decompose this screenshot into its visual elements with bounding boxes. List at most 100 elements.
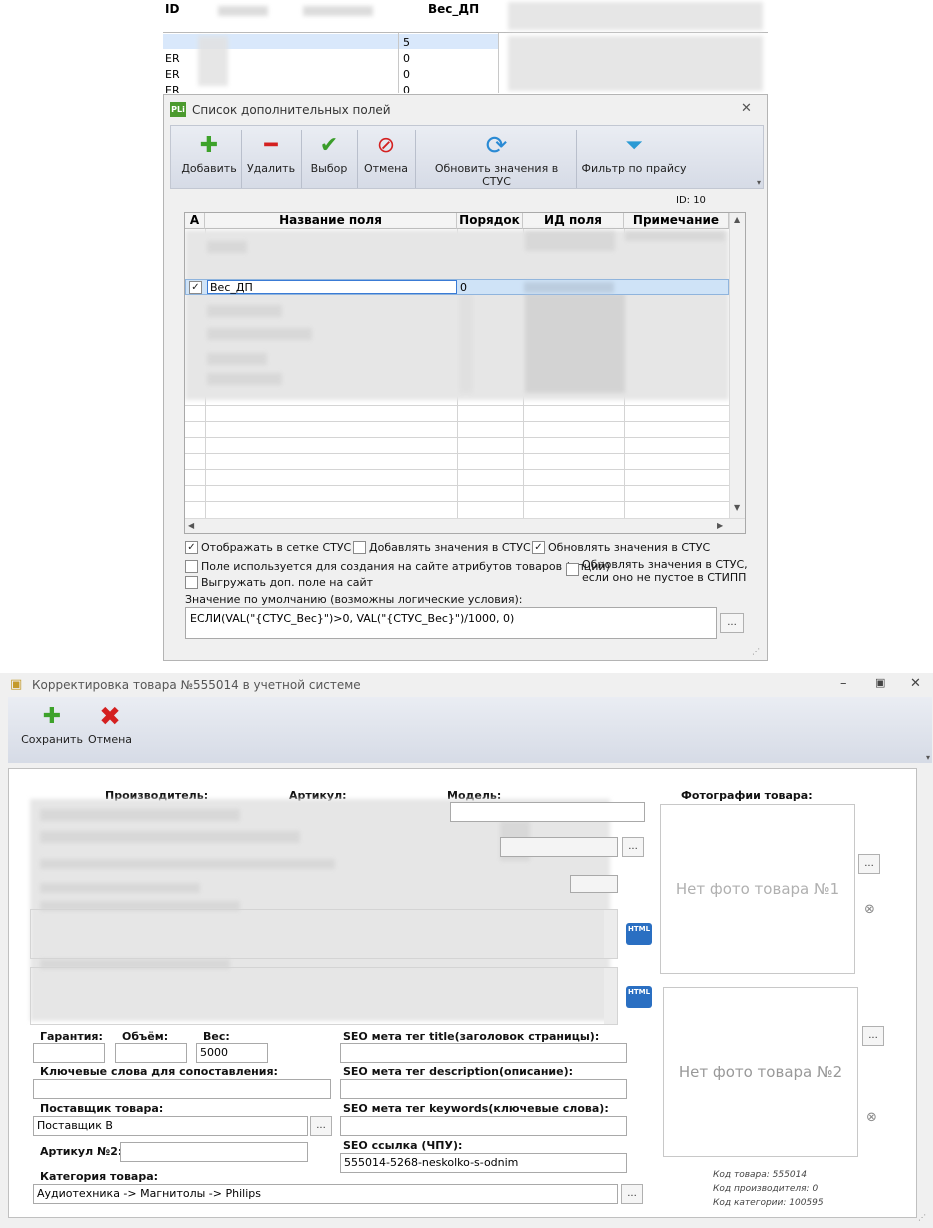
export-to-site-checkbox[interactable] [185, 576, 198, 589]
supplier-label: Поставщик товара: [40, 1102, 164, 1115]
supplier-field[interactable]: Поставщик В [33, 1116, 308, 1136]
toolbar-overflow-icon[interactable]: ▾ [926, 753, 930, 762]
add-button[interactable]: ✚ Добавить [181, 134, 237, 176]
seo-description-label: SEO мета тег description(описание): [343, 1065, 574, 1078]
volume-field[interactable] [115, 1043, 187, 1063]
horizontal-scrollbar[interactable]: ◀ ▶ [185, 518, 745, 533]
warranty-label: Гарантия: [40, 1030, 103, 1043]
blurred-field[interactable] [500, 837, 618, 857]
column-id-header[interactable]: ID [165, 2, 179, 16]
resize-grip-icon[interactable]: ⋰ [752, 647, 760, 656]
default-value-field[interactable]: ЕСЛИ(VAL("{СТУС_Вес}")>0, VAL("{СТУС_Вес… [185, 607, 717, 639]
save-button[interactable]: ✚ Сохранить [20, 704, 84, 747]
checkmark-icon: ✔ [319, 133, 339, 158]
manufacturer-code-info: Код производителя: 0 [713, 1184, 819, 1194]
background-grid: ID Вес_ДП 5 ER 0 ER 0 ER 0 [163, 0, 768, 93]
seo-description-field[interactable] [340, 1079, 627, 1099]
vertical-scrollbar[interactable]: ▲ ▼ [729, 213, 745, 518]
update-values-button[interactable]: ⟳ Обновить значения в СТУС [419, 131, 574, 188]
column-a-header[interactable]: A [185, 213, 205, 229]
default-value-browse-button[interactable]: ... [720, 613, 744, 633]
description-editor-2[interactable] [30, 967, 618, 1025]
scroll-right-icon[interactable]: ▶ [717, 521, 723, 530]
photo-2-browse-button[interactable]: ... [862, 1026, 884, 1046]
blurred-small-field[interactable] [570, 875, 618, 893]
html-editor-button-2[interactable]: HTML [626, 986, 652, 1008]
column-order-header[interactable]: Порядок [457, 213, 523, 229]
show-in-grid-checkbox[interactable]: ✓ [185, 541, 198, 554]
background-grid-header: ID Вес_ДП [163, 0, 768, 33]
table-row-selected[interactable]: ✓ Вес_ДП 0 [185, 279, 729, 295]
photo-1-placeholder[interactable]: Нет фото товара №1 [660, 804, 855, 974]
photo-2-delete-icon[interactable]: ⊗ [866, 1110, 877, 1125]
keywords-label: Ключевые слова для сопоставления: [40, 1065, 278, 1078]
seo-title-field[interactable] [340, 1043, 627, 1063]
column-name-header[interactable]: Название поля [205, 213, 457, 229]
model-field[interactable] [450, 802, 645, 822]
category-label: Категория товара: [40, 1170, 159, 1183]
photo-1-browse-button[interactable]: ... [858, 854, 880, 874]
app-icon: PLi [170, 102, 186, 117]
export-to-site-label: Выгружать доп. поле на сайт [201, 576, 374, 589]
toolbar-overflow-icon[interactable]: ▾ [757, 178, 761, 187]
cancel-button[interactable]: ⊘ Отмена [361, 133, 411, 176]
id-cell: ER [165, 68, 180, 81]
photo-1-delete-icon[interactable]: ⊗ [864, 902, 875, 917]
photo-2-placeholder[interactable]: Нет фото товара №2 [663, 987, 858, 1157]
plus-icon: ✚ [42, 704, 62, 729]
row-active-checkbox[interactable]: ✓ [189, 281, 202, 294]
weight-field[interactable]: 5000 [196, 1043, 268, 1063]
product-edit-window: ▣ Корректировка товара №555014 в учетной… [0, 673, 933, 1228]
minus-icon: ━ [264, 133, 278, 158]
used-for-attributes-checkbox[interactable] [185, 560, 198, 573]
volume-label: Объём: [122, 1030, 169, 1043]
seo-title-label: SEO мета тег title(заголовок страницы): [343, 1030, 600, 1043]
category-field[interactable]: Аудиотехника -> Магнитолы -> Philips [33, 1184, 618, 1204]
seo-url-field[interactable]: 555014-5268-neskolko-s-odnim [340, 1153, 627, 1173]
filter-button[interactable]: ⏷ Фильтр по прайсу [579, 134, 689, 176]
form-cancel-button[interactable]: ✖ Отмена [86, 704, 134, 746]
minimize-icon[interactable]: – [840, 676, 847, 691]
blurred-browse-button[interactable]: ... [622, 837, 644, 857]
article2-field[interactable] [120, 1142, 308, 1162]
field-name-editor[interactable]: Вес_ДП [207, 280, 457, 294]
window-close-icon[interactable]: ✕ [910, 676, 921, 691]
product-code-info: Код товара: 555014 [713, 1170, 808, 1180]
seo-keywords-field[interactable] [340, 1116, 627, 1136]
delete-button[interactable]: ━ Удалить [245, 133, 297, 176]
weight-label: Вес: [203, 1030, 230, 1043]
add-values-checkbox[interactable] [353, 541, 366, 554]
select-button[interactable]: ✔ Выбор [305, 133, 353, 176]
dialog-titlebar: PLi Список дополнительных полей ✕ [164, 95, 767, 123]
column-note-header[interactable]: Примечание [624, 213, 729, 229]
scroll-left-icon[interactable]: ◀ [188, 521, 194, 530]
refresh-icon: ⟳ [485, 131, 508, 161]
scroll-down-icon[interactable]: ▼ [734, 503, 740, 512]
category-browse-button[interactable]: ... [621, 1184, 643, 1204]
close-icon[interactable]: ✕ [741, 101, 752, 116]
save-label: Сохранить [21, 733, 83, 746]
default-value-label: Значение по умолчанию (возможны логическ… [185, 593, 523, 606]
supplier-browse-button[interactable]: ... [310, 1116, 332, 1136]
scroll-up-icon[interactable]: ▲ [734, 215, 740, 224]
update-if-not-empty-checkbox[interactable] [566, 563, 579, 576]
used-for-attributes-label: Поле используется для создания на сайте … [201, 560, 610, 573]
window-title: Корректировка товара №555014 в учетной с… [32, 678, 361, 692]
fields-grid: A Название поля Порядок ИД поля Примечан… [184, 212, 746, 534]
resize-grip-icon[interactable]: ⋰ [918, 1213, 926, 1222]
keywords-field[interactable] [33, 1079, 331, 1099]
editor-scrollbar[interactable] [604, 968, 617, 1024]
warranty-field[interactable] [33, 1043, 105, 1063]
cancel-circle-icon: ⊘ [376, 133, 396, 158]
maximize-icon[interactable]: ▣ [875, 676, 885, 689]
description-editor-1[interactable] [30, 909, 618, 959]
form-toolbar: ✚ Сохранить ✖ Отмена ▾ [8, 697, 932, 763]
html-editor-button-1[interactable]: HTML [626, 923, 652, 945]
column-weight-header[interactable]: Вес_ДП [428, 2, 479, 16]
fields-list-dialog: PLi Список дополнительных полей ✕ ✚ Доба… [163, 94, 768, 661]
id-cell: ER [165, 52, 180, 65]
editor-scrollbar[interactable] [604, 910, 617, 958]
weight-cell: 0 [403, 52, 410, 65]
column-field-id-header[interactable]: ИД поля [523, 213, 624, 229]
update-values-checkbox[interactable]: ✓ [532, 541, 545, 554]
